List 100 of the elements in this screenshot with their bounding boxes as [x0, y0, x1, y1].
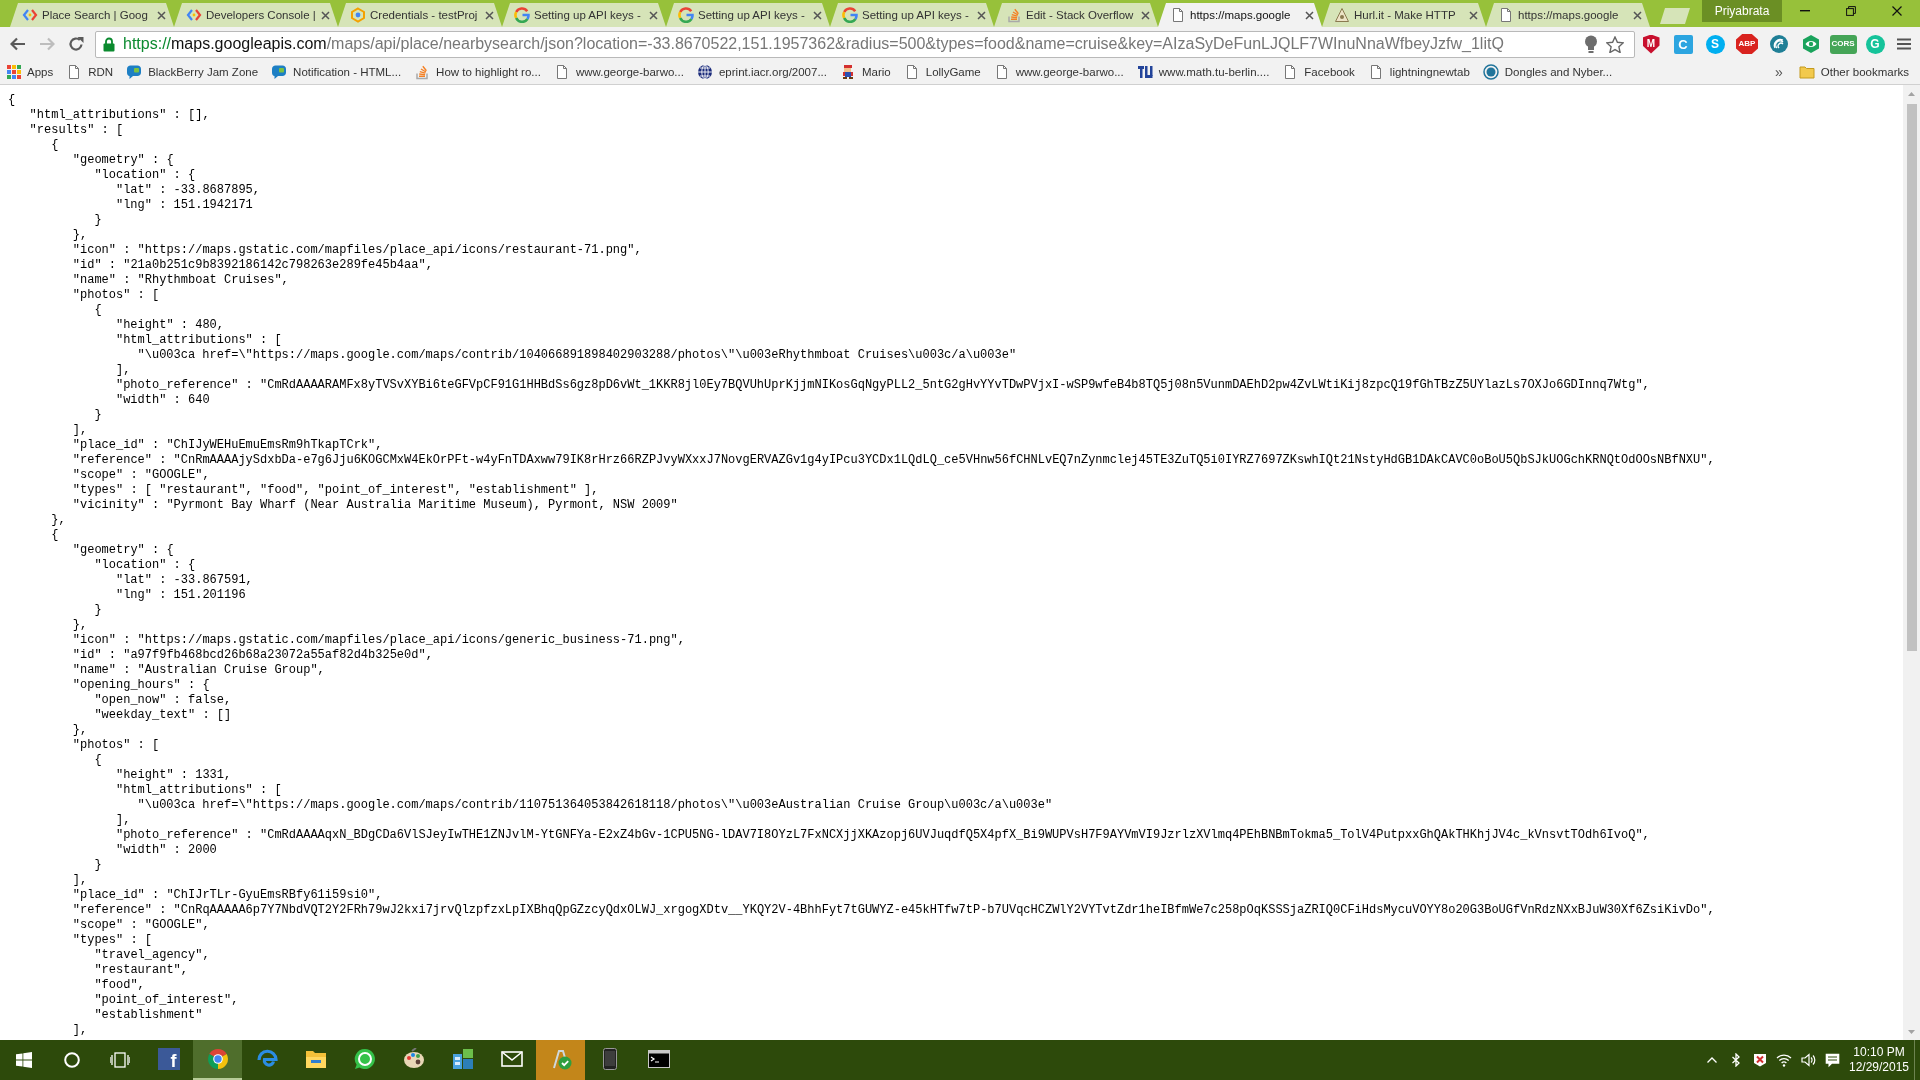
- browser-tab[interactable]: https://maps.google: [1486, 3, 1650, 27]
- browser-tab[interactable]: Setting up API keys -: [666, 3, 830, 27]
- bookmark-button[interactable]: eprint.iacr.org/2007...: [690, 61, 833, 83]
- code-line: }: [94, 603, 102, 618]
- code-line: "height" : 480,: [115, 318, 224, 333]
- bookmark-button[interactable]: BlackBerry Jam Zone: [120, 61, 265, 83]
- extension-button[interactable]: ABP: [1736, 34, 1758, 54]
- close-icon[interactable]: [649, 10, 658, 20]
- back-icon[interactable]: [9, 37, 26, 51]
- swirl-icon: [255, 1048, 278, 1070]
- close-icon[interactable]: [977, 10, 986, 20]
- bookmark-button[interactable]: LollyGame: [897, 61, 987, 83]
- close-icon[interactable]: [1633, 10, 1642, 20]
- code-line: {: [51, 528, 59, 543]
- task-view-icon[interactable]: [110, 1052, 130, 1068]
- close-icon[interactable]: [321, 10, 330, 20]
- search-icon[interactable]: [64, 1052, 80, 1068]
- code-line: ],: [72, 1023, 88, 1038]
- bookmark-button[interactable]: RDN: [60, 61, 120, 83]
- address-bar[interactable]: https://maps.googleapis.com/maps/api/place/nearbysearch/json?location=-33.8670522,151.1957362&radius=500&types=food&name=cruise&key=AIzaSyDeFunLJQLF7WInuNnaWfbeyJzfw_1litQ: [95, 30, 1635, 58]
- close-icon[interactable]: [1305, 10, 1314, 20]
- close-icon[interactable]: [1892, 6, 1902, 16]
- restore-icon[interactable]: [1846, 6, 1856, 16]
- bookmark-button[interactable]: Dongles and Nyber...: [1476, 61, 1619, 83]
- extension-button[interactable]: M: [1642, 34, 1660, 54]
- code-line: "photo_reference" : "CmRdAAAARAMFx8yTVSvXYBi6teGFVpCF91G1HHBdSs6gz8pD6vWt_1KKR8jl0Ey7BQVUhUprKjjmNIKosGqNgyPLL2_5ntG2gHvYYvTDwPVjxI-wSP9wfeB4b8TQ5j08n5VunmDAEhD2pw4ZvLWtiKij8zpcQ19fGhTBzZ5UYlazLs7OXJo6GDInnq7Wtg",: [115, 378, 1650, 393]
- browser-tab[interactable]: Place Search | Goog: [10, 3, 174, 27]
- code-line: "types" : [ "restaurant", "food", "point_of_interest", "establishment" ],: [72, 483, 599, 498]
- scrollbar-thumb[interactable]: [1906, 104, 1917, 651]
- blocked-icon[interactable]: [1753, 1053, 1767, 1067]
- code-line: "lat" : -33.867591,: [115, 573, 253, 588]
- browser-tab[interactable]: Credentials - testProj: [338, 3, 502, 27]
- colored-ring-icon: [842, 7, 858, 23]
- chevron-up-icon[interactable]: [1707, 1057, 1717, 1063]
- browser-tab[interactable]: Setting up API keys -: [502, 3, 666, 27]
- menu-icon[interactable]: [1897, 38, 1911, 50]
- bookmark-button[interactable]: Notification - HTML...: [265, 61, 408, 83]
- browser-tab[interactable]: Setting up API keys -: [830, 3, 994, 27]
- browser-tab[interactable]: Developers Console |: [174, 3, 338, 27]
- start-icon[interactable]: [16, 1052, 32, 1068]
- browser-tab[interactable]: Edit - Stack Overflow: [994, 3, 1158, 27]
- code-line: "html_attributions" : [: [115, 333, 282, 348]
- more-bookmarks-button[interactable]: »: [1769, 61, 1789, 83]
- bookmark-button[interactable]: How to highlight ro...: [408, 61, 547, 83]
- code-line: {: [8, 93, 16, 108]
- folder-icon: [1798, 64, 1815, 80]
- code-line: },: [72, 618, 88, 633]
- chat-bubble-icon: [271, 64, 288, 80]
- code-line: "travel_agency",: [94, 948, 210, 963]
- code-brackets-icon: [22, 7, 38, 23]
- star-icon[interactable]: [1606, 35, 1624, 53]
- bookmark-button[interactable]: www.math.tu-berlin....: [1130, 61, 1276, 83]
- code-line: ],: [72, 873, 88, 888]
- lightbulb-icon[interactable]: [1584, 35, 1598, 53]
- bookmark-button[interactable]: www.george-barwo...: [987, 61, 1130, 83]
- taskbar-button[interactable]: f: [144, 1040, 193, 1080]
- close-icon[interactable]: [813, 10, 822, 20]
- code-line: "location" : {: [94, 168, 196, 183]
- wifi-icon[interactable]: [1776, 1053, 1792, 1067]
- close-icon[interactable]: [1141, 10, 1150, 20]
- code-line: "geometry" : {: [72, 543, 174, 558]
- code-line: }: [94, 213, 102, 228]
- bookmark-button[interactable]: Mario: [834, 61, 897, 83]
- speaker-icon[interactable]: [1800, 1053, 1816, 1067]
- code-line: },: [51, 513, 66, 528]
- stack-icon: [1006, 7, 1022, 23]
- profile-button[interactable]: Priyabrata: [1702, 0, 1782, 22]
- bookmark-button[interactable]: Facebook: [1276, 61, 1361, 83]
- colored-ring-icon: [678, 7, 694, 23]
- eye-icon[interactable]: [1802, 35, 1820, 53]
- close-icon[interactable]: [485, 10, 494, 20]
- bookmark-button[interactable]: lightningnewtab: [1361, 61, 1476, 83]
- chat-bubble-icon: [126, 64, 143, 80]
- code-line: "\u003ca href=\"https://maps.google.com/maps/contrib/104066891898402903288/photos\"\u003eRhythmboat Cruises\u003c/a\u003e": [137, 348, 1017, 363]
- code-line: ],: [115, 363, 131, 378]
- chat-bubble-icon: [353, 1048, 376, 1070]
- close-icon[interactable]: [157, 10, 166, 20]
- code-line: "opening_hours" : {: [72, 678, 210, 693]
- code-line: "icon" : "https://maps.gstatic.com/mapfiles/place_api/icons/restaurant-71.png",: [72, 243, 642, 258]
- minimize-icon[interactable]: [1800, 10, 1810, 12]
- code-line: "place_id" : "ChIJyWEHuEmuEmsRm9hTkapTCrk",: [72, 438, 383, 453]
- code-line: {: [94, 753, 102, 768]
- scrollbar[interactable]: [1903, 85, 1920, 1040]
- close-icon[interactable]: [1469, 10, 1478, 20]
- bookmark-button[interactable]: Other bookmarks: [1792, 61, 1915, 83]
- signal-arcs-icon[interactable]: [1770, 35, 1788, 53]
- code-line: "restaurant",: [94, 963, 188, 978]
- code-line: "open_now" : false,: [94, 693, 232, 708]
- bookmark-button[interactable]: www.george-barwo...: [547, 61, 690, 83]
- message-icon[interactable]: [1824, 1052, 1840, 1068]
- pixel-figure-icon: [840, 64, 856, 80]
- reload-icon[interactable]: [67, 36, 84, 52]
- browser-tab[interactable]: Hurl.it - Make HTTP: [1322, 3, 1486, 27]
- browser-tab[interactable]: https://maps.google: [1158, 3, 1322, 27]
- bookmark-button[interactable]: Apps: [1, 61, 60, 83]
- code-line: "photos" : [: [72, 738, 160, 753]
- clock-button[interactable]: 10:10 PM 12/29/2015: [1844, 1040, 1914, 1080]
- bluetooth-icon[interactable]: [1732, 1053, 1740, 1067]
- code-line: "icon" : "https://maps.gstatic.com/mapfiles/place_api/icons/generic_business-71.png",: [72, 633, 685, 648]
- code-line: "scope" : "GOOGLE",: [72, 918, 210, 933]
